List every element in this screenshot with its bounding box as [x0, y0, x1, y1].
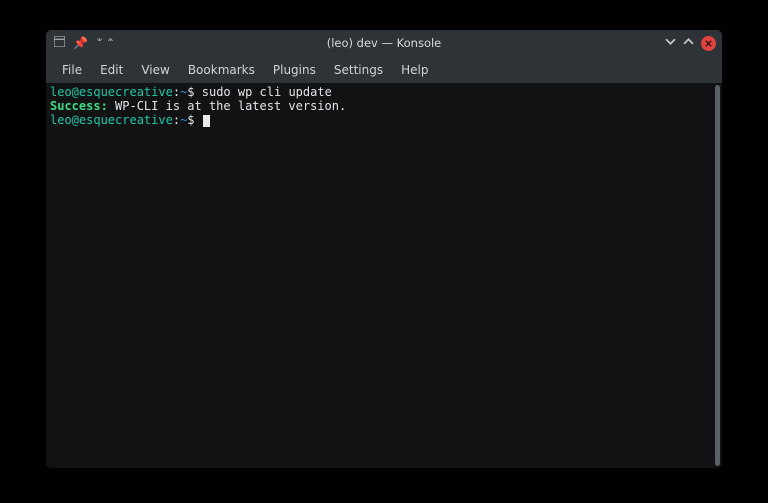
success-label: Success: [50, 99, 108, 113]
prompt-colon: : [173, 85, 180, 99]
konsole-window: 📌 ˅˅ ˄˄ (leo) dev — Konsole File Edit Vi… [46, 30, 722, 468]
titlebar[interactable]: 📌 ˅˅ ˄˄ (leo) dev — Konsole [46, 30, 722, 56]
menu-edit[interactable]: Edit [92, 60, 131, 80]
menu-bookmarks[interactable]: Bookmarks [180, 60, 263, 80]
prompt-dollar: $ [187, 85, 201, 99]
minimize-icon[interactable] [665, 36, 676, 50]
prompt-userhost: leo@esquecreative [50, 85, 173, 99]
scrollbar[interactable] [712, 83, 722, 468]
chevrons-up-icon[interactable]: ˄˄ [107, 38, 110, 49]
scrollbar-thumb[interactable] [715, 85, 720, 466]
menu-plugins[interactable]: Plugins [265, 60, 324, 80]
prompt-userhost: leo@esquecreative [50, 113, 173, 127]
menu-view[interactable]: View [133, 60, 177, 80]
chevrons-down-icon[interactable]: ˅˅ [96, 38, 99, 49]
menubar: File Edit View Bookmarks Plugins Setting… [46, 56, 722, 83]
cursor [203, 115, 210, 127]
terminal-area: leo@esquecreative:~$ sudo wp cli update … [46, 83, 722, 468]
titlebar-left-icons: 📌 ˅˅ ˄˄ [46, 36, 110, 50]
maximize-icon[interactable] [683, 36, 694, 50]
prompt-colon: : [173, 113, 180, 127]
prompt-dollar: $ [187, 113, 201, 127]
window-title: (leo) dev — Konsole [46, 36, 722, 50]
command-text: sudo wp cli update [202, 85, 332, 99]
close-icon[interactable] [701, 36, 716, 51]
terminal[interactable]: leo@esquecreative:~$ sudo wp cli update … [46, 83, 712, 468]
titlebar-right-icons [665, 36, 722, 51]
menu-file[interactable]: File [54, 60, 90, 80]
success-message: WP-CLI is at the latest version. [108, 99, 346, 113]
pin-icon[interactable]: 📌 [73, 37, 88, 49]
menu-settings[interactable]: Settings [326, 60, 391, 80]
menu-help[interactable]: Help [393, 60, 436, 80]
app-menu-icon[interactable] [54, 36, 65, 50]
